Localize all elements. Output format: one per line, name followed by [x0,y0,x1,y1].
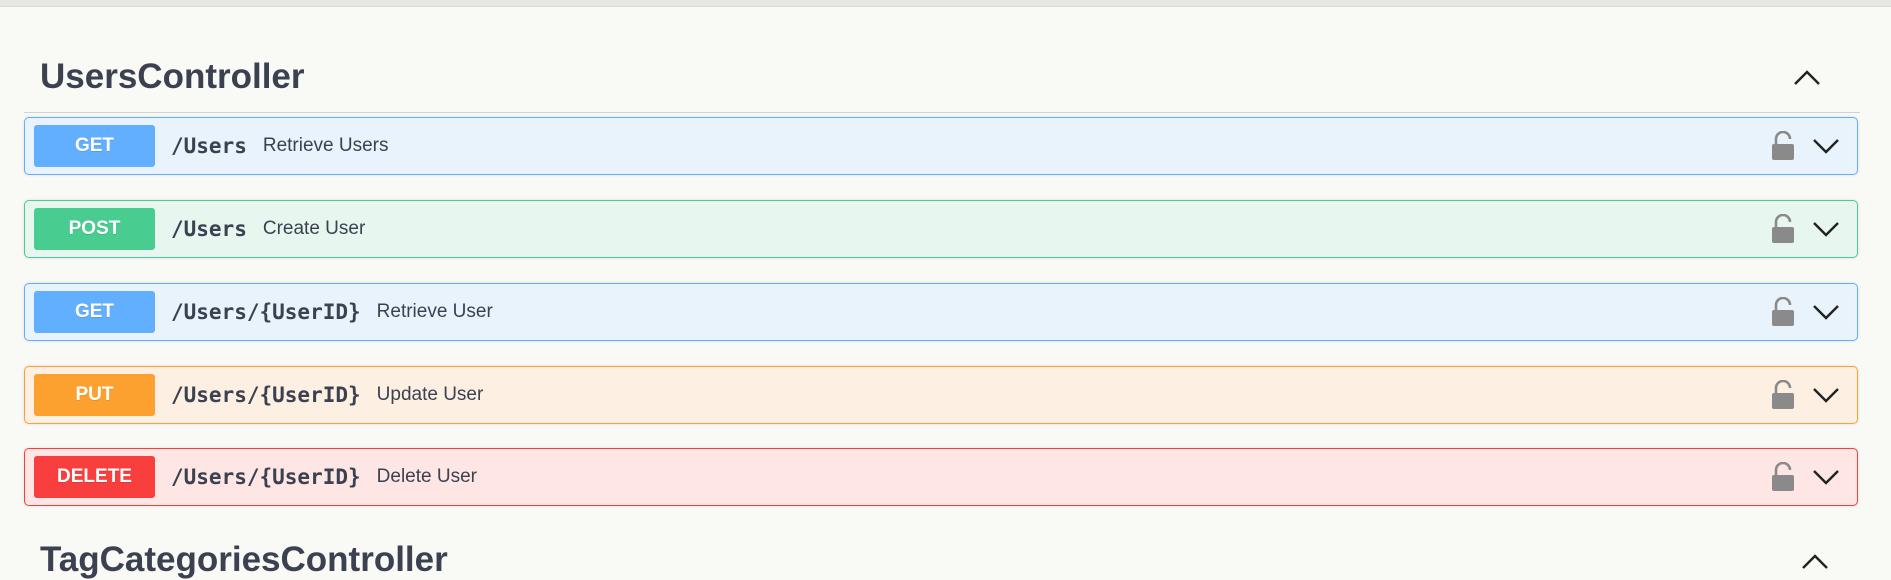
unlocked-padlock-icon[interactable] [1770,462,1796,492]
operation-post-users[interactable]: POST /Users Create User [24,200,1858,258]
next-section-title[interactable]: TagCategoriesController [40,540,448,580]
operation-put-user[interactable]: PUT /Users/{UserID} Update User [24,366,1858,424]
chevron-down-icon[interactable] [1812,220,1840,238]
operation-get-user-by-id[interactable]: GET /Users/{UserID} Retrieve User [24,283,1858,341]
operation-get-users[interactable]: GET /Users Retrieve Users [24,117,1858,175]
operation-path: /Users/{UserID} [171,383,361,407]
chevron-down-icon[interactable] [1812,468,1840,486]
unlocked-padlock-icon[interactable] [1770,131,1796,161]
method-badge: GET [34,125,155,167]
chevron-up-icon [1794,70,1820,85]
operation-summary: Retrieve User [376,301,493,322]
section-title[interactable]: UsersController [40,57,305,97]
section-collapse-toggle[interactable] [1787,57,1827,97]
operation-summary: Delete User [376,466,477,487]
operation-path: /Users/{UserID} [171,465,361,489]
method-badge: DELETE [34,456,155,498]
unlocked-padlock-icon[interactable] [1770,214,1796,244]
chevron-down-icon[interactable] [1812,386,1840,404]
operation-summary: Update User [376,384,484,405]
method-badge: GET [34,291,155,333]
operation-delete-user[interactable]: DELETE /Users/{UserID} Delete User [24,448,1858,506]
operation-path: /Users/{UserID} [171,300,361,324]
method-badge: POST [34,208,155,250]
chevron-down-icon[interactable] [1812,303,1840,321]
operation-summary: Retrieve Users [262,135,389,156]
unlocked-padlock-icon[interactable] [1770,380,1796,410]
top-divider [0,0,1891,7]
chevron-down-icon[interactable] [1812,137,1840,155]
unlocked-padlock-icon[interactable] [1770,297,1796,327]
operation-path: /Users [171,217,247,241]
section-header[interactable]: UsersController [24,42,1860,113]
operation-path: /Users [171,134,247,158]
chevron-up-icon[interactable] [1801,552,1829,570]
method-badge: PUT [34,374,155,416]
operation-summary: Create User [262,218,366,239]
